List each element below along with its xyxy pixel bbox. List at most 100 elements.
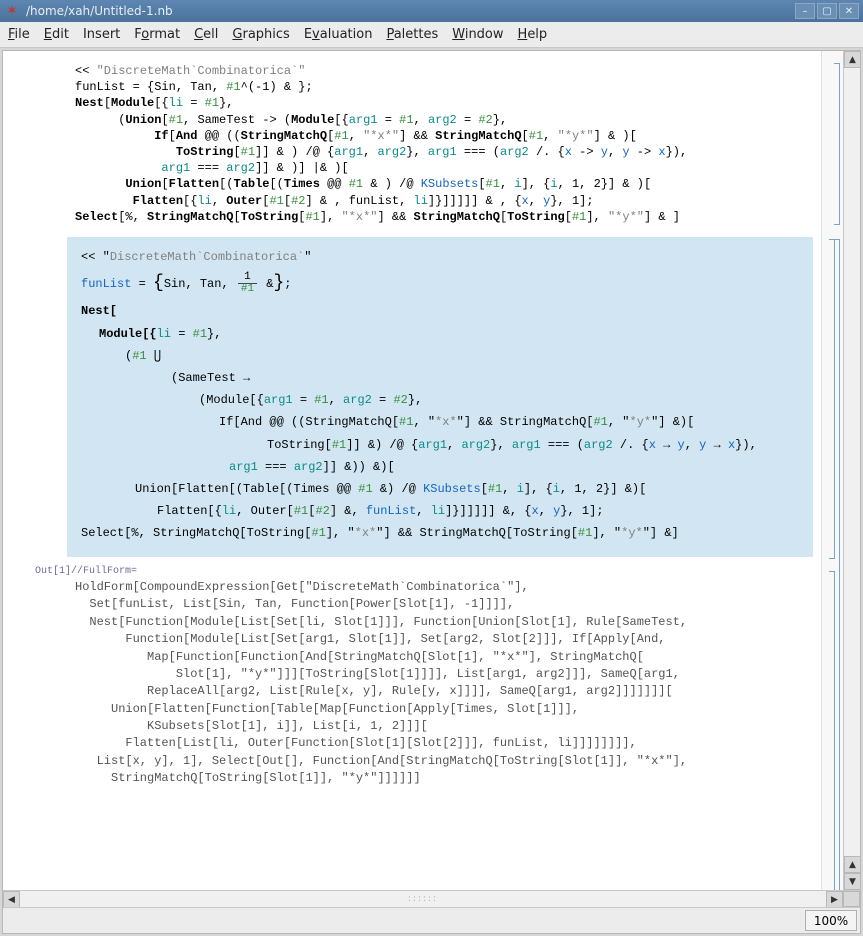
t: (SameTest → bbox=[171, 371, 250, 385]
t: arg1 bbox=[229, 460, 258, 474]
scrollbar-corner bbox=[843, 891, 860, 907]
menu-file[interactable]: File bbox=[8, 27, 30, 42]
close-button[interactable]: ✕ bbox=[839, 3, 859, 19]
menu-cell[interactable]: Cell bbox=[194, 27, 218, 42]
t: #1 bbox=[314, 393, 328, 407]
t: #1 bbox=[399, 415, 413, 429]
t: #1 bbox=[488, 482, 502, 496]
t: , Outer[ bbox=[236, 504, 294, 518]
t: → bbox=[706, 438, 728, 452]
t: & bbox=[259, 277, 273, 291]
t: #1 bbox=[358, 482, 372, 496]
scroll-up-button-2[interactable]: ▲ bbox=[844, 856, 860, 873]
document-viewport: << "DiscreteMath`Combinatorica`" funList… bbox=[3, 51, 860, 890]
t: arg1 bbox=[512, 438, 541, 452]
menu-evaluation[interactable]: Evaluation bbox=[304, 27, 373, 42]
t: = bbox=[372, 393, 394, 407]
t: If[And @@ ((StringMatchQ[ bbox=[219, 415, 399, 429]
t: , 1, 2}] &)[ bbox=[560, 482, 646, 496]
t: = bbox=[171, 327, 193, 341]
cell-bracket-column[interactable] bbox=[821, 51, 843, 890]
t: }, bbox=[408, 393, 422, 407]
t: ]}]]]]] &, { bbox=[445, 504, 531, 518]
t: x bbox=[649, 438, 656, 452]
t: li bbox=[431, 504, 445, 518]
t: , bbox=[221, 277, 235, 291]
document-body[interactable]: << "DiscreteMath`Combinatorica`" funList… bbox=[3, 51, 821, 890]
t: , " bbox=[608, 415, 630, 429]
t: ; bbox=[284, 277, 291, 291]
t: arg2 bbox=[584, 438, 613, 452]
t: }), bbox=[735, 438, 757, 452]
minimize-button[interactable]: – bbox=[795, 3, 815, 19]
menu-graphics[interactable]: Graphics bbox=[232, 27, 289, 42]
t: arg1 bbox=[264, 393, 293, 407]
scroll-track[interactable] bbox=[844, 68, 860, 856]
t: ], " bbox=[326, 526, 355, 540]
t: , bbox=[685, 438, 699, 452]
t: "] && StringMatchQ[ bbox=[457, 415, 594, 429]
t: *y* bbox=[630, 415, 652, 429]
scroll-right-button[interactable]: ▶ bbox=[826, 891, 843, 908]
maximize-button[interactable]: ▢ bbox=[817, 3, 837, 19]
t: Nest[ bbox=[81, 304, 117, 318]
input-cell-raw[interactable]: << "DiscreteMath`Combinatorica`" funList… bbox=[19, 63, 813, 225]
t: ]] &)) &)[ bbox=[323, 460, 395, 474]
t: funList bbox=[366, 504, 416, 518]
scroll-left-button[interactable]: ◀ bbox=[3, 891, 20, 908]
t: ⋃ bbox=[147, 349, 161, 363]
t: *x* bbox=[355, 526, 377, 540]
scroll-track-h[interactable]: :::::: bbox=[20, 891, 826, 907]
t: (Module[{ bbox=[199, 393, 264, 407]
t: ToString[ bbox=[267, 438, 332, 452]
t: → bbox=[656, 438, 678, 452]
t: KSubsets bbox=[423, 482, 481, 496]
t: , bbox=[416, 504, 430, 518]
scroll-up-button[interactable]: ▲ bbox=[844, 51, 860, 68]
horizontal-scrollbar[interactable]: ◀ :::::: ▶ bbox=[3, 890, 860, 907]
t: << " bbox=[81, 250, 110, 264]
t: , bbox=[329, 393, 343, 407]
menu-format[interactable]: Format bbox=[134, 27, 180, 42]
t: }, 1]; bbox=[560, 504, 603, 518]
t: Tan bbox=[200, 277, 222, 291]
zoom-selector[interactable]: 100% bbox=[805, 910, 857, 931]
t: #1 bbox=[193, 327, 207, 341]
t: i bbox=[553, 482, 560, 496]
menu-window[interactable]: Window bbox=[452, 27, 503, 42]
t: i bbox=[517, 482, 524, 496]
menubar: File Edit Insert Format Cell Graphics Ev… bbox=[0, 22, 863, 48]
app-icon: ✶ bbox=[4, 3, 20, 19]
t: , bbox=[185, 277, 199, 291]
t: #1 bbox=[578, 526, 592, 540]
t: }, bbox=[490, 438, 512, 452]
t: &) /@ bbox=[373, 482, 423, 496]
menu-edit[interactable]: Edit bbox=[44, 27, 69, 42]
cell-bracket[interactable] bbox=[829, 571, 835, 890]
output-cell[interactable]: HoldForm[CompoundExpression[Get["Discret… bbox=[19, 579, 813, 788]
t: Select[%, StringMatchQ[ToString[ bbox=[81, 526, 311, 540]
t: y bbox=[678, 438, 685, 452]
cell-bracket[interactable] bbox=[834, 63, 840, 225]
t: li bbox=[157, 327, 171, 341]
t: , bbox=[539, 504, 553, 518]
t: === ( bbox=[541, 438, 584, 452]
t: arg2 bbox=[461, 438, 490, 452]
t: #1 bbox=[332, 438, 346, 452]
input-cell-standardform[interactable]: << "DiscreteMath`Combinatorica`" funList… bbox=[67, 237, 813, 558]
t: funList bbox=[81, 277, 131, 291]
titlebar: ✶ /home/xah/Untitled-1.nb – ▢ ✕ bbox=[0, 0, 863, 22]
t: "] && StringMatchQ[ToString[ bbox=[376, 526, 578, 540]
vertical-scrollbar[interactable]: ▲ ▲ ▼ bbox=[843, 51, 860, 890]
t: #1 bbox=[132, 349, 146, 363]
menu-insert[interactable]: Insert bbox=[83, 27, 120, 42]
t: "] &] bbox=[643, 526, 679, 540]
scroll-down-button[interactable]: ▼ bbox=[844, 873, 860, 890]
t: , bbox=[447, 438, 461, 452]
t: /. { bbox=[613, 438, 649, 452]
t: #1 bbox=[593, 415, 607, 429]
window-title: /home/xah/Untitled-1.nb bbox=[26, 4, 793, 18]
menu-palettes[interactable]: Palettes bbox=[386, 27, 438, 42]
t: [ bbox=[481, 482, 488, 496]
menu-help[interactable]: Help bbox=[518, 27, 548, 42]
